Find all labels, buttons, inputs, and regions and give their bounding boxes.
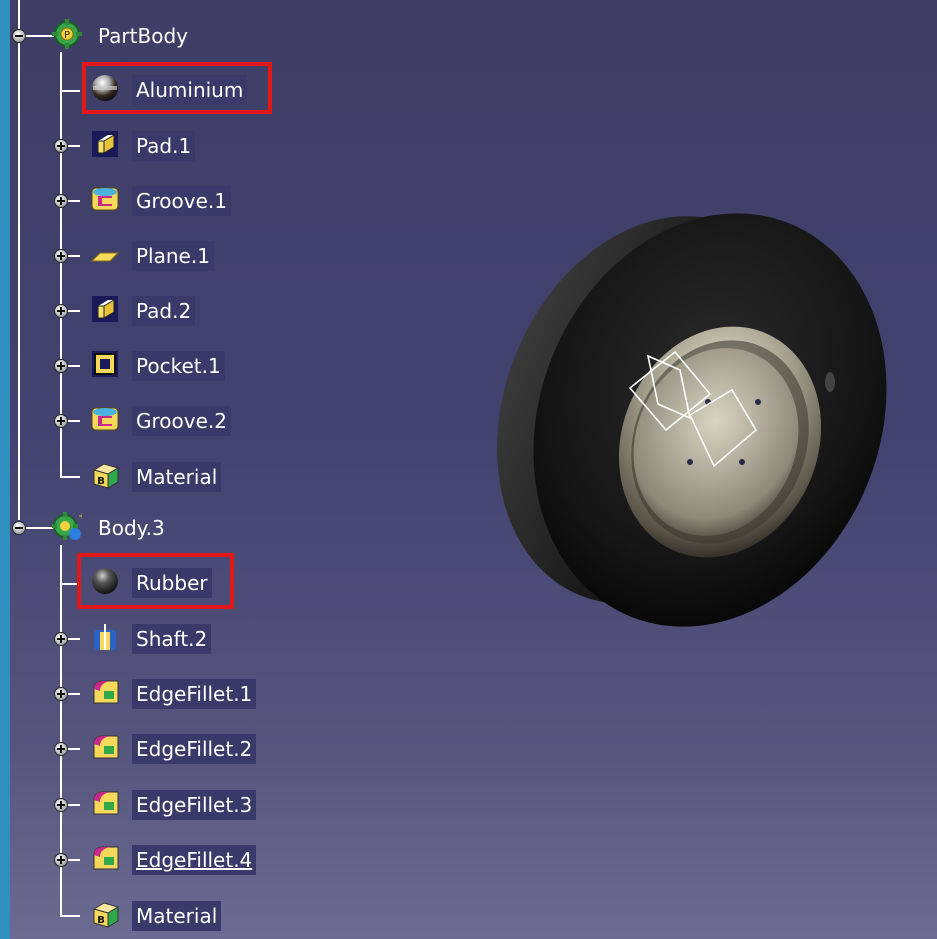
- expand-toggle-pocket-1[interactable]: [54, 359, 68, 373]
- highlight-box-aluminium: [82, 62, 272, 114]
- tree-node-shaft-2[interactable]: Shaft.2: [132, 624, 212, 654]
- collapse-toggle-partbody[interactable]: [12, 29, 26, 43]
- tree-node-plane-1[interactable]: Plane.1: [132, 241, 214, 271]
- tree-node-partbody[interactable]: PartBody: [94, 21, 192, 51]
- svg-text:+: +: [78, 511, 82, 522]
- tree-connector: [60, 90, 80, 92]
- tree-node-groove-1[interactable]: Groove.1: [132, 186, 231, 216]
- tree-node-edgefillet-2[interactable]: EdgeFillet.2: [132, 734, 257, 764]
- material-box-icon[interactable]: B: [90, 899, 120, 929]
- edge-fillet-icon[interactable]: [90, 788, 120, 818]
- expand-toggle-edgefillet-3[interactable]: [54, 798, 68, 812]
- groove-icon[interactable]: [90, 184, 120, 214]
- expand-toggle-pad-1[interactable]: [54, 139, 68, 153]
- expand-toggle-shaft-2[interactable]: [54, 632, 68, 646]
- tree-node-pocket-1[interactable]: Pocket.1: [132, 351, 225, 381]
- expand-toggle-groove-1[interactable]: [54, 194, 68, 208]
- svg-text:P: P: [64, 30, 70, 41]
- tree-node-material-2[interactable]: Material: [132, 901, 222, 931]
- edge-fillet-icon[interactable]: [90, 843, 120, 873]
- tree-node-pad-1[interactable]: Pad.1: [132, 131, 196, 161]
- expand-toggle-edgefillet-1[interactable]: [54, 687, 68, 701]
- expand-toggle-groove-2[interactable]: [54, 414, 68, 428]
- tree-node-edgefillet-4[interactable]: EdgeFillet.4: [132, 845, 257, 875]
- shaft-icon[interactable]: [90, 622, 120, 652]
- expand-toggle-pad-2[interactable]: [54, 304, 68, 318]
- svg-text:B: B: [97, 915, 105, 926]
- collapse-toggle-body-3[interactable]: [12, 521, 26, 535]
- left-window-edge: [0, 0, 10, 939]
- tree-node-edgefillet-3[interactable]: EdgeFillet.3: [132, 790, 257, 820]
- groove-icon[interactable]: [90, 404, 120, 434]
- material-box-icon[interactable]: B: [90, 460, 120, 490]
- tree-trunk-line: [18, 0, 20, 520]
- tree-connector: [60, 915, 80, 917]
- svg-text:B: B: [97, 476, 105, 487]
- tree-node-groove-2[interactable]: Groove.2: [132, 406, 231, 436]
- expand-toggle-plane-1[interactable]: [54, 249, 68, 263]
- plane-icon[interactable]: [90, 239, 120, 269]
- body-gear-icon[interactable]: +: [52, 511, 82, 541]
- expand-toggle-edgefillet-4[interactable]: [54, 853, 68, 867]
- tree-node-body-3[interactable]: Body.3: [94, 513, 169, 543]
- highlight-box-rubber: [77, 553, 234, 609]
- pocket-icon[interactable]: [90, 349, 120, 379]
- tree-node-edgefillet-1[interactable]: EdgeFillet.1: [132, 679, 257, 709]
- pad-icon[interactable]: [90, 294, 120, 324]
- 3d-wheel-model[interactable]: [480, 180, 920, 660]
- tree-node-material-1[interactable]: Material: [132, 462, 222, 492]
- pad-icon[interactable]: [90, 129, 120, 159]
- tree-connector: [60, 476, 80, 478]
- tree-node-pad-2[interactable]: Pad.2: [132, 296, 196, 326]
- part-body-gear-icon[interactable]: P: [52, 19, 82, 49]
- edge-fillet-icon[interactable]: [90, 677, 120, 707]
- expand-toggle-edgefillet-2[interactable]: [54, 742, 68, 756]
- edge-fillet-icon[interactable]: [90, 732, 120, 762]
